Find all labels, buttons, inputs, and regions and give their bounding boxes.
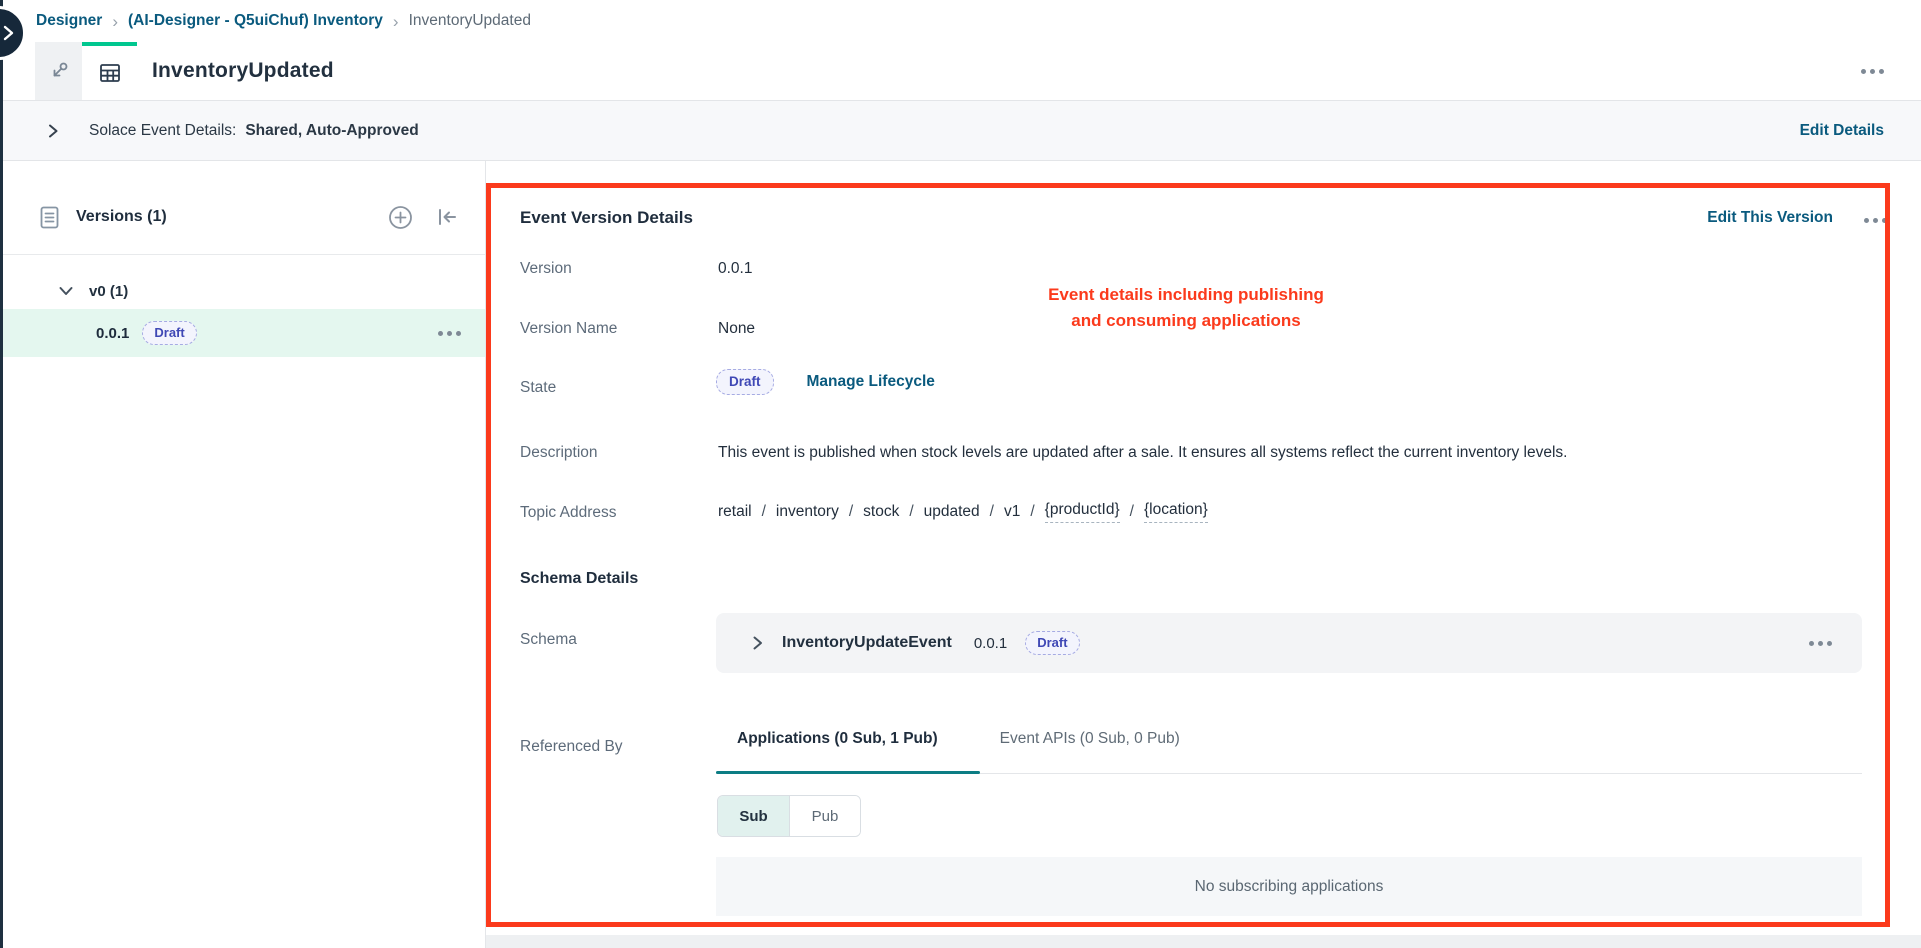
version-field-label: Version <box>520 260 572 278</box>
sidebar-divider <box>3 254 485 255</box>
schema-more-menu-button[interactable] <box>1809 641 1832 646</box>
breadcrumb-designer[interactable]: Designer <box>36 12 102 30</box>
graph-view-icon <box>48 60 70 82</box>
edit-details-button[interactable]: Edit Details <box>1800 122 1884 140</box>
schema-status-badge: Draft <box>1025 631 1079 655</box>
versions-document-icon <box>40 206 59 229</box>
topic-segment: inventory <box>776 503 839 521</box>
state-field-row: Draft Manage Lifecycle <box>716 369 935 395</box>
breadcrumb-current-event: InventoryUpdated <box>409 12 531 30</box>
schema-field-label: Schema <box>520 631 577 649</box>
topic-separator: / <box>909 503 913 521</box>
version-group-v0[interactable]: v0 (1) <box>58 273 128 309</box>
referenced-by-label: Referenced By <box>520 738 623 756</box>
annotation-line2: and consuming applications <box>966 308 1406 334</box>
content-end-background <box>486 935 1921 948</box>
breadcrumb-separator-icon: › <box>393 13 399 30</box>
chevron-down-icon <box>58 283 74 299</box>
expand-details-button[interactable] <box>45 123 61 139</box>
tab-event-apis[interactable]: Event APIs (0 Sub, 0 Pub) <box>979 730 1201 772</box>
topic-segment: v1 <box>1004 503 1020 521</box>
version-number: 0.0.1 <box>96 325 129 342</box>
tab-graph-view[interactable] <box>35 42 82 100</box>
schema-details-heading: Schema Details <box>520 570 638 588</box>
version-status-badge: Draft <box>142 321 196 345</box>
topic-segment: retail <box>718 503 752 521</box>
topic-separator: / <box>990 503 994 521</box>
state-badge: Draft <box>716 369 774 395</box>
sub-toggle-button[interactable]: Sub <box>718 796 789 836</box>
topic-separator: / <box>1030 503 1034 521</box>
version-name-field-value: None <box>718 320 755 338</box>
version-more-menu-button[interactable] <box>438 331 461 336</box>
schema-card[interactable]: InventoryUpdateEvent 0.0.1 Draft <box>716 613 1862 673</box>
page-title: InventoryUpdated <box>152 42 334 100</box>
empty-state-message: No subscribing applications <box>1195 878 1384 896</box>
breadcrumb-separator-icon: › <box>112 13 118 30</box>
schema-version: 0.0.1 <box>974 635 1007 652</box>
referenced-by-tabs: Applications (0 Sub, 1 Pub) Event APIs (… <box>716 730 1201 772</box>
schema-name: InventoryUpdateEvent <box>782 634 952 652</box>
plus-circle-icon <box>388 205 413 230</box>
state-field-label: State <box>520 379 556 397</box>
topic-separator: / <box>762 503 766 521</box>
collapse-sidebar-button[interactable] <box>435 205 459 229</box>
version-details-more-menu-button[interactable] <box>1864 218 1887 223</box>
nav-rail-edge <box>0 0 3 948</box>
annotation-line1: Event details including publishing <box>966 282 1406 308</box>
details-bar-label: Solace Event Details: <box>89 122 236 140</box>
version-list-item-selected[interactable]: 0.0.1 Draft <box>3 309 485 357</box>
sub-pub-toggle: Sub Pub <box>717 795 861 837</box>
edit-this-version-button[interactable]: Edit This Version <box>1707 209 1833 227</box>
topic-address-value: retail / inventory / stock / updated / v… <box>718 501 1208 523</box>
event-version-details-panel: Event Version Details Edit This Version … <box>486 161 1921 935</box>
chevron-right-icon <box>1 24 15 42</box>
description-field-label: Description <box>520 444 598 462</box>
breadcrumb: Designer › (AI-Designer - Q5uiChuf) Inve… <box>3 0 1921 42</box>
topic-address-field-label: Topic Address <box>520 504 617 522</box>
tab-details-view-active[interactable] <box>82 42 137 100</box>
topic-segment: updated <box>924 503 980 521</box>
add-version-button[interactable] <box>388 205 413 230</box>
topic-separator: / <box>1130 503 1134 521</box>
version-field-value: 0.0.1 <box>718 260 752 278</box>
page-more-menu-button[interactable] <box>1861 69 1884 74</box>
versions-header: Versions (1) <box>3 201 485 233</box>
panel-title: Event Version Details <box>520 208 693 228</box>
details-bar-value: Shared, Auto-Approved <box>245 122 418 140</box>
chevron-right-icon <box>45 123 61 139</box>
version-name-field-label: Version Name <box>520 320 617 338</box>
breadcrumb-application-domain[interactable]: (AI-Designer - Q5uiChuf) Inventory <box>128 12 383 30</box>
topic-segment: stock <box>863 503 899 521</box>
pub-toggle-button[interactable]: Pub <box>789 796 860 836</box>
description-field-value: This event is published when stock level… <box>718 444 1881 462</box>
solace-event-details-bar: Solace Event Details: Shared, Auto-Appro… <box>3 100 1921 161</box>
version-group-label: v0 (1) <box>89 283 128 300</box>
versions-title: Versions (1) <box>76 208 388 226</box>
annotation-note: Event details including publishing and c… <box>966 282 1406 334</box>
table-icon <box>98 61 122 85</box>
active-tab-indicator <box>716 771 980 774</box>
topic-variable-segment: {location} <box>1144 501 1208 523</box>
tab-row: InventoryUpdated <box>3 42 1921 100</box>
topic-separator: / <box>849 503 853 521</box>
solace-designer-app: Designer › (AI-Designer - Q5uiChuf) Inve… <box>0 0 1921 948</box>
topic-variable-segment: {productId} <box>1045 501 1120 523</box>
tab-applications[interactable]: Applications (0 Sub, 1 Pub) <box>716 730 959 772</box>
chevron-right-icon <box>750 635 765 651</box>
collapse-left-icon <box>435 205 459 229</box>
manage-lifecycle-link[interactable]: Manage Lifecycle <box>807 373 935 391</box>
empty-state-panel: No subscribing applications <box>716 857 1862 916</box>
versions-sidebar: Versions (1) <box>3 161 486 948</box>
